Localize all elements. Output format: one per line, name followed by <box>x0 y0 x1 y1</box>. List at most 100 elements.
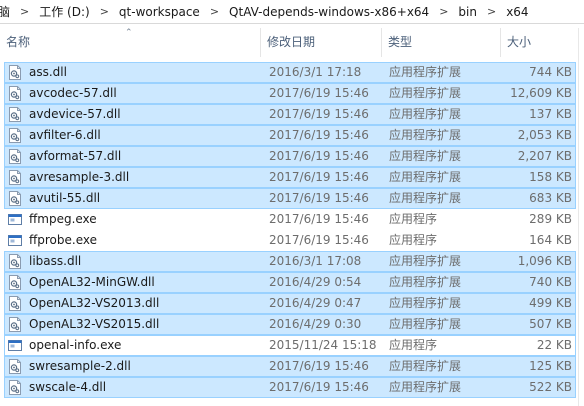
file-row[interactable]: openal-info.exe 2015/11/24 15:18 应用程序 22… <box>4 335 576 356</box>
breadcrumb-this-pc[interactable]: 脑 <box>0 3 14 20</box>
file-date: 2017/6/19 15:46 <box>269 212 369 226</box>
file-type: 应用程序 <box>389 212 438 226</box>
dll-file-icon <box>8 128 22 143</box>
file-row[interactable]: avresample-3.dll 2017/6/19 15:46 应用程序扩展 … <box>4 167 576 188</box>
file-type: 应用程序扩展 <box>389 317 462 331</box>
column-header-type[interactable]: 类型 <box>381 28 500 57</box>
file-size: 158 KB <box>529 170 572 184</box>
file-size: 125 KB <box>529 359 572 373</box>
dll-file-icon <box>8 107 22 122</box>
file-row[interactable]: avcodec-57.dll 2017/6/19 15:46 应用程序扩展 12… <box>4 83 576 104</box>
file-row[interactable]: avformat-57.dll 2017/6/19 15:46 应用程序扩展 2… <box>4 146 576 167</box>
breadcrumb-separator-icon[interactable]: > <box>14 5 35 18</box>
file-row[interactable]: OpenAL32-MinGW.dll 2016/4/29 0:54 应用程序扩展… <box>4 272 576 293</box>
breadcrumb-separator-icon[interactable]: > <box>94 5 115 18</box>
column-header-date[interactable]: 修改日期 <box>260 28 381 57</box>
file-type: 应用程序扩展 <box>389 296 462 310</box>
file-type: 应用程序扩展 <box>389 380 462 394</box>
file-date: 2017/6/19 15:46 <box>269 128 369 142</box>
breadcrumb-bin[interactable]: bin <box>454 5 481 19</box>
file-type: 应用程序扩展 <box>389 170 462 184</box>
file-date: 2017/6/19 15:46 <box>269 233 369 247</box>
column-header-size[interactable]: 大小 <box>500 28 578 57</box>
dll-file-icon <box>8 380 22 395</box>
file-row[interactable]: swscale-4.dll 2017/6/19 15:46 应用程序扩展 522… <box>4 377 576 398</box>
file-row[interactable]: swresample-2.dll 2017/6/19 15:46 应用程序扩展 … <box>4 356 576 377</box>
file-type: 应用程序扩展 <box>389 275 462 289</box>
file-date: 2017/6/19 15:46 <box>269 149 369 163</box>
breadcrumb-separator-icon[interactable]: > <box>481 5 502 18</box>
file-date: 2017/6/19 15:46 <box>269 107 369 121</box>
file-name: avfilter-6.dll <box>29 128 101 142</box>
dll-file-icon <box>8 191 22 206</box>
file-name: OpenAL32-VS2013.dll <box>29 296 160 310</box>
dll-file-icon <box>8 149 22 164</box>
file-row[interactable]: avutil-55.dll 2017/6/19 15:46 应用程序扩展 683… <box>4 188 576 209</box>
file-row[interactable]: OpenAL32-VS2015.dll 2016/4/29 0:30 应用程序扩… <box>4 314 576 335</box>
file-date: 2016/4/29 0:47 <box>269 296 362 310</box>
dll-file-icon <box>8 65 22 80</box>
dll-file-icon <box>8 170 22 185</box>
file-date: 2016/4/29 0:30 <box>269 317 362 331</box>
file-row[interactable]: ass.dll 2016/3/1 17:18 应用程序扩展 744 KB <box>4 62 576 83</box>
file-row[interactable]: libass.dll 2016/3/1 17:08 应用程序扩展 1,096 K… <box>4 251 576 272</box>
file-size: 137 KB <box>529 107 572 121</box>
breadcrumb-x64[interactable]: x64 <box>502 5 532 19</box>
file-size: 522 KB <box>529 380 572 394</box>
file-name: ffprobe.exe <box>29 233 97 247</box>
file-name: ass.dll <box>29 65 67 79</box>
file-name: avutil-55.dll <box>29 191 101 205</box>
dll-file-icon <box>8 275 22 290</box>
file-type: 应用程序扩展 <box>389 86 462 100</box>
file-date: 2016/3/1 17:08 <box>269 254 362 268</box>
breadcrumb-drive-d[interactable]: 工作 (D:) <box>35 3 93 20</box>
file-name: swscale-4.dll <box>29 380 107 394</box>
file-type: 应用程序扩展 <box>389 128 462 142</box>
sort-ascending-icon: ⌃ <box>125 28 133 38</box>
file-date: 2017/6/19 15:46 <box>269 380 369 394</box>
file-date: 2016/3/1 17:18 <box>269 65 362 79</box>
file-size: 289 KB <box>529 212 572 226</box>
file-date: 2017/6/19 15:46 <box>269 86 369 100</box>
file-type: 应用程序扩展 <box>389 149 462 163</box>
address-bar[interactable]: 脑 > 工作 (D:) > qt-workspace > QtAV-depend… <box>0 0 584 24</box>
dll-file-icon <box>8 296 22 311</box>
file-size: 683 KB <box>529 191 572 205</box>
file-list: ass.dll 2016/3/1 17:18 应用程序扩展 744 KB avc… <box>0 62 584 398</box>
file-size: 164 KB <box>529 233 572 247</box>
file-row[interactable]: avdevice-57.dll 2017/6/19 15:46 应用程序扩展 1… <box>4 104 576 125</box>
breadcrumb-separator-icon[interactable]: > <box>204 5 225 18</box>
breadcrumb-qt-workspace[interactable]: qt-workspace <box>115 5 204 19</box>
file-row[interactable]: OpenAL32-VS2013.dll 2016/4/29 0:47 应用程序扩… <box>4 293 576 314</box>
file-name: avcodec-57.dll <box>29 86 117 100</box>
file-size: 2,053 KB <box>517 128 572 142</box>
file-size: 499 KB <box>529 296 572 310</box>
file-date: 2017/6/19 15:46 <box>269 191 369 205</box>
file-date: 2015/11/24 15:18 <box>269 338 377 352</box>
file-size: 12,609 KB <box>510 86 572 100</box>
file-size: 2,207 KB <box>517 149 572 163</box>
exe-file-icon <box>8 212 22 227</box>
file-row[interactable]: ffmpeg.exe 2017/6/19 15:46 应用程序 289 KB <box>4 209 576 230</box>
file-type: 应用程序扩展 <box>389 359 462 373</box>
file-date: 2016/4/29 0:54 <box>269 275 362 289</box>
file-name: OpenAL32-MinGW.dll <box>29 275 155 289</box>
exe-file-icon <box>8 338 22 353</box>
breadcrumb-separator-icon[interactable]: > <box>433 5 454 18</box>
file-size: 22 KB <box>536 338 572 352</box>
file-type: 应用程序扩展 <box>389 254 462 268</box>
dll-file-icon <box>8 86 22 101</box>
file-row[interactable]: avfilter-6.dll 2017/6/19 15:46 应用程序扩展 2,… <box>4 125 576 146</box>
file-date: 2017/6/19 15:46 <box>269 170 369 184</box>
file-name: openal-info.exe <box>29 338 122 352</box>
file-size: 744 KB <box>529 65 572 79</box>
file-type: 应用程序扩展 <box>389 191 462 205</box>
breadcrumb-qtav-depends[interactable]: QtAV-depends-windows-x86+x64 <box>225 5 433 19</box>
file-type: 应用程序扩展 <box>389 107 462 121</box>
dll-file-icon <box>8 254 22 269</box>
file-type: 应用程序 <box>389 233 438 247</box>
file-date: 2017/6/19 15:46 <box>269 359 369 373</box>
file-name: ffmpeg.exe <box>29 212 97 226</box>
dll-file-icon <box>8 359 22 374</box>
file-row[interactable]: ffprobe.exe 2017/6/19 15:46 应用程序 164 KB <box>4 230 576 251</box>
